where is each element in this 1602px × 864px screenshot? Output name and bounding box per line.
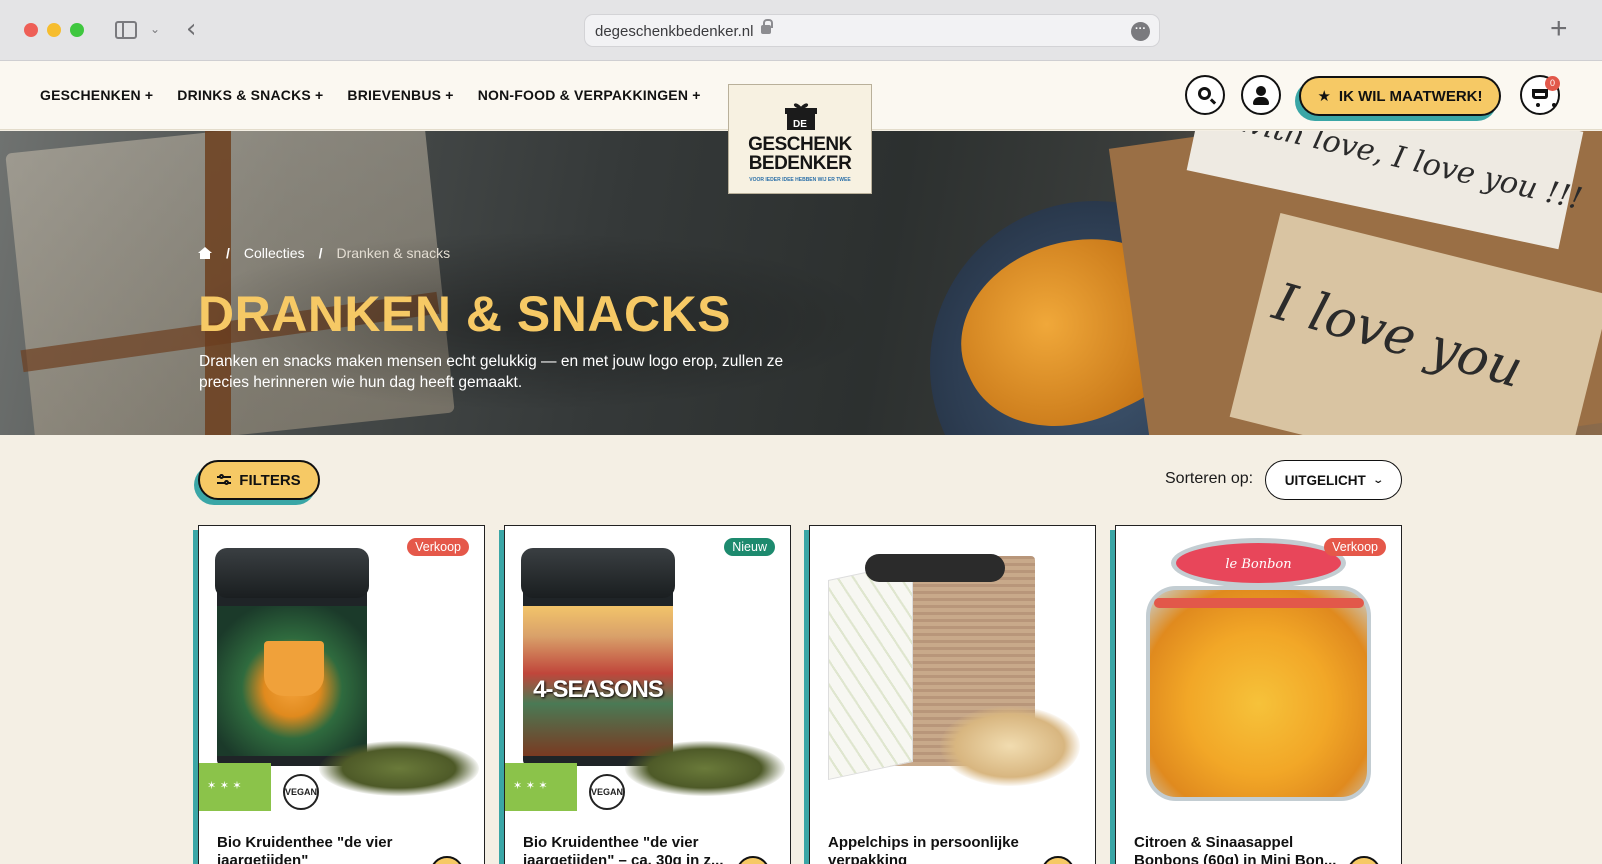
- maatwerk-button[interactable]: ★ IK WIL MAATWERK!: [1299, 76, 1501, 116]
- eu-organic-icon: [199, 763, 271, 811]
- search-icon: [1198, 87, 1211, 100]
- star-icon: ★: [1317, 87, 1331, 105]
- product-title[interactable]: Citroen & Sinaasappel Bonbons (60g) in M…: [1134, 834, 1344, 864]
- sort-label: Sorteren op:: [1165, 470, 1254, 487]
- browser-chrome: ⌄ ‹ degeschenkbedenker.nl ··· +: [0, 0, 1602, 61]
- minimize-window-button[interactable]: [47, 23, 61, 37]
- product-card[interactable]: VEGAN Verkoop Bio Kruidenthee "de vier j…: [198, 525, 485, 864]
- home-icon[interactable]: [198, 247, 212, 259]
- account-button[interactable]: [1241, 75, 1281, 115]
- mug-illustration: [264, 641, 324, 696]
- zoom-window-button[interactable]: [70, 23, 84, 37]
- cup-sleeve: [828, 561, 913, 781]
- tea-leaves: [625, 741, 785, 796]
- filters-button[interactable]: FILTERS: [198, 460, 320, 500]
- tea-tin-lid: [521, 548, 675, 598]
- nav-item-geschenken[interactable]: GESCHENKEN +: [40, 87, 153, 103]
- chevron-down-icon: ⌄: [1372, 474, 1384, 486]
- breadcrumb-separator: /: [318, 245, 323, 261]
- product-card[interactable]: le Bonbon Verkoop Citroen & Sinaasappel …: [1115, 525, 1402, 864]
- main-nav: GESCHENKEN + DRINKS & SNACKS + BRIEVENBU…: [40, 87, 701, 103]
- breadcrumb-collecties[interactable]: Collecties: [244, 245, 305, 261]
- product-image[interactable]: le Bonbon: [1116, 526, 1401, 816]
- url-text: degeschenkbedenker.nl: [595, 23, 754, 40]
- filters-label: FILTERS: [239, 471, 301, 489]
- add-to-cart-button[interactable]: [736, 856, 770, 864]
- new-tab-icon[interactable]: +: [1550, 12, 1568, 46]
- user-icon: [1253, 86, 1269, 105]
- product-image[interactable]: [810, 526, 1095, 816]
- breadcrumb-current: Dranken & snacks: [336, 245, 451, 261]
- sort-dropdown[interactable]: UITGELICHT ⌄: [1265, 460, 1402, 500]
- cup-lid: [865, 554, 1005, 582]
- sort-value: UITGELICHT: [1284, 472, 1366, 488]
- breadcrumb-separator: /: [226, 245, 230, 261]
- product-title[interactable]: Appelchips in persoonlijke verpakking: [828, 834, 1038, 864]
- sale-badge: Verkoop: [407, 538, 469, 556]
- search-button[interactable]: [1185, 75, 1225, 115]
- back-arrow-icon[interactable]: ‹: [186, 14, 196, 44]
- breadcrumb: / Collecties / Dranken & snacks: [198, 245, 450, 261]
- jar-lid: le Bonbon: [1171, 538, 1346, 588]
- add-to-cart-button[interactable]: [1347, 856, 1381, 864]
- nav-item-non-food[interactable]: NON-FOOD & VERPAKKINGEN +: [478, 87, 701, 103]
- vegan-icon: VEGAN: [283, 774, 319, 810]
- more-options-icon[interactable]: ···: [1131, 22, 1150, 41]
- product-title[interactable]: Bio Kruidenthee "de vier jaargetijden" –…: [523, 834, 733, 864]
- product-image[interactable]: 4-SEASONS VEGAN: [505, 526, 790, 816]
- site-logo[interactable]: DE GESCHENK BEDENKER VOOR IEDER IDEE HEB…: [728, 84, 872, 194]
- logo-tagline: VOOR IEDER IDEE HEBBEN WIJ ER TWEE: [749, 177, 851, 183]
- candy-jar: [1146, 586, 1371, 801]
- address-bar[interactable]: degeschenkbedenker.nl ···: [584, 14, 1160, 47]
- close-window-button[interactable]: [24, 23, 38, 37]
- product-card[interactable]: Appelchips in persoonlijke verpakking: [809, 525, 1096, 864]
- tin-label-text: 4-SEASONS: [533, 676, 664, 703]
- product-card[interactable]: 4-SEASONS VEGAN Nieuw Bio Kruidenthee "d…: [504, 525, 791, 864]
- apple-chips: [940, 706, 1080, 786]
- cart-icon: [1532, 89, 1556, 107]
- cart-count-badge: 0: [1545, 76, 1560, 91]
- nav-item-drinks-snacks[interactable]: DRINKS & SNACKS +: [177, 87, 323, 103]
- product-title[interactable]: Bio Kruidenthee "de vier jaargetijden": [217, 834, 427, 864]
- tea-tin-lid: [215, 548, 369, 598]
- page-subtitle: Dranken en snacks maken mensen echt gelu…: [199, 353, 784, 391]
- vegan-icon: VEGAN: [589, 774, 625, 810]
- maatwerk-label: IK WIL MAATWERK!: [1338, 87, 1483, 105]
- chevron-down-icon[interactable]: ⌄: [150, 22, 160, 36]
- sidebar-toggle-icon[interactable]: [115, 21, 137, 39]
- page-title: DRANKEN & SNACKS: [198, 286, 732, 342]
- sale-badge: Verkoop: [1324, 538, 1386, 556]
- tea-leaves: [319, 741, 479, 796]
- add-to-cart-button[interactable]: [430, 856, 464, 864]
- add-to-cart-button[interactable]: [1041, 856, 1075, 864]
- logo-line2: BEDENKER: [748, 153, 852, 174]
- logo-de-text: DE: [793, 119, 807, 130]
- filter-sliders-icon: [217, 474, 232, 486]
- jar-seal: [1154, 598, 1364, 608]
- eu-organic-icon: [505, 763, 577, 811]
- nav-item-brievenbus[interactable]: BRIEVENBUS +: [347, 87, 453, 103]
- lock-icon: [761, 19, 773, 34]
- new-badge: Nieuw: [724, 538, 775, 556]
- jar-lid-text: le Bonbon: [1225, 557, 1292, 572]
- product-image[interactable]: VEGAN: [199, 526, 484, 816]
